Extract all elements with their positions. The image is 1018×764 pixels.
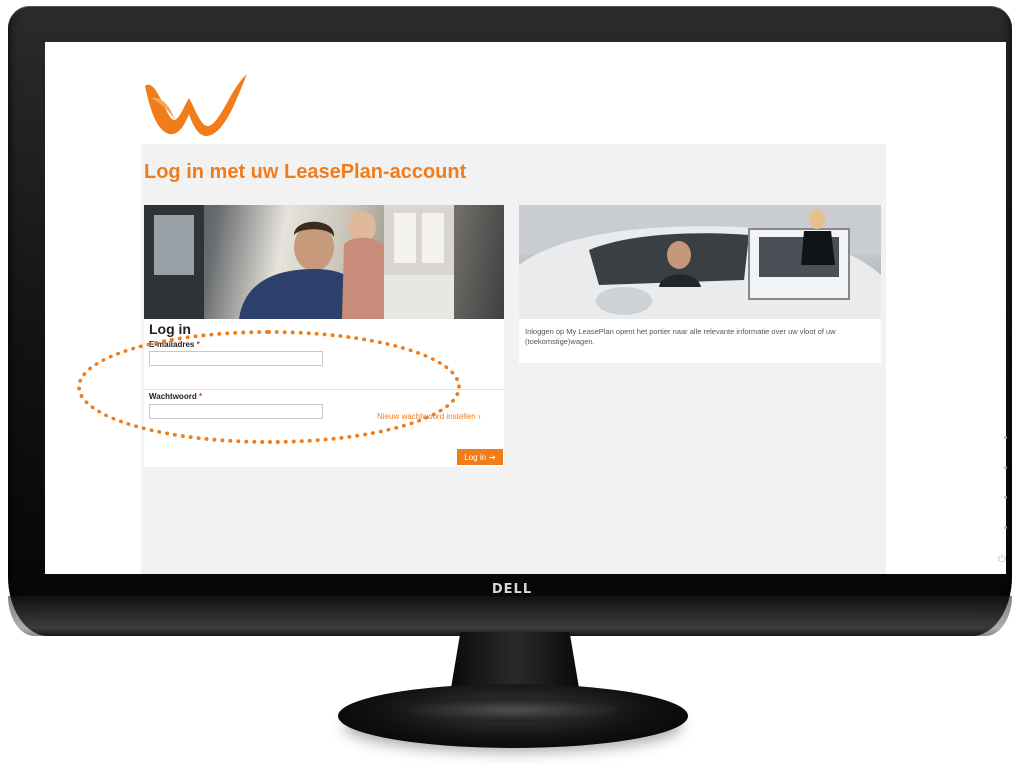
car-photo xyxy=(519,205,881,319)
login-button-label: Log in xyxy=(464,452,487,462)
car-photo-art xyxy=(519,205,881,319)
monitor-button-dot xyxy=(1004,466,1007,469)
leaseplan-logo xyxy=(145,74,247,137)
email-label: E-mailadres * xyxy=(149,340,200,349)
office-photo-art xyxy=(144,205,454,319)
required-marker: * xyxy=(198,392,203,401)
form-divider xyxy=(144,389,504,390)
info-text: Inloggen op My LeasePlan opent het porti… xyxy=(525,327,836,346)
password-field[interactable] xyxy=(149,404,323,419)
reset-password-link[interactable]: Nieuw wachtwoord instellen › xyxy=(377,412,481,421)
power-icon: ⏻ xyxy=(998,554,1006,565)
monitor-frame: LeasePlan Log in met uw LeasePlan-accoun… xyxy=(8,6,1012,636)
password-label: Wachtwoord * xyxy=(149,392,202,401)
page-title: Log in met uw LeasePlan-account xyxy=(144,161,467,183)
office-photo xyxy=(144,205,504,319)
monitor-side-buttons xyxy=(1004,436,1007,556)
reset-password-link-text: Nieuw wachtwoord instellen xyxy=(377,412,476,421)
email-field[interactable] xyxy=(149,351,323,366)
dell-logo: DELL xyxy=(491,582,533,597)
login-heading: Log in xyxy=(149,321,191,337)
arrow-right-icon: ➔ xyxy=(489,452,496,462)
screen: LeasePlan Log in met uw LeasePlan-accoun… xyxy=(45,42,1006,574)
chevron-right-icon: › xyxy=(477,412,481,421)
required-marker: * xyxy=(196,340,200,349)
monitor-button-dot xyxy=(1004,526,1007,529)
email-label-text: E-mailadres xyxy=(149,340,195,349)
monitor-button-dot xyxy=(1004,496,1007,499)
monitor-button-dot xyxy=(1004,436,1007,439)
monitor-base xyxy=(338,684,688,748)
login-button[interactable]: Log in ➔ xyxy=(457,449,503,465)
logo-text: LeasePlan xyxy=(55,82,115,96)
password-label-text: Wachtwoord xyxy=(149,392,197,401)
